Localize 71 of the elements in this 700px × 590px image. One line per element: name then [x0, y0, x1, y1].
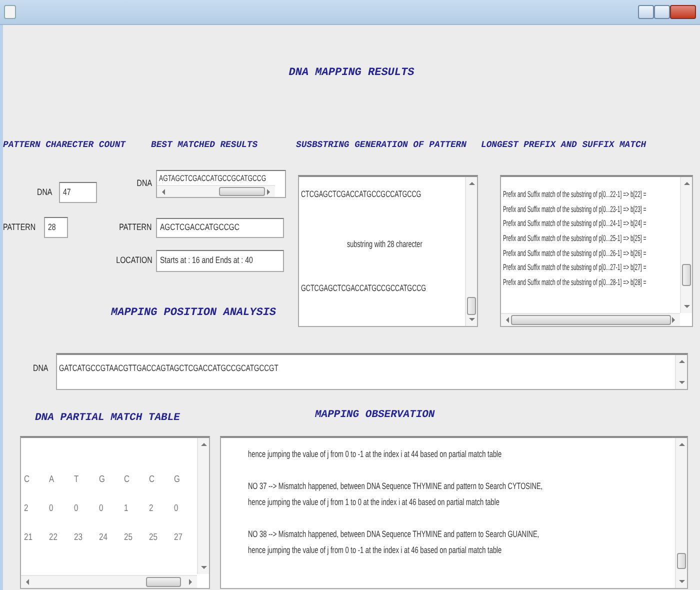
close-button[interactable] [670, 5, 696, 19]
table-cell-text: C [124, 473, 130, 487]
table-cell-text: T [74, 473, 79, 487]
prefix-suffix-list[interactable] [500, 175, 693, 327]
observation-line: hence jumping the value of j from 0 to -1 at the index i at 46 based on partial match table [248, 544, 502, 557]
table-cell-text: 25 [124, 531, 132, 545]
minimize-button[interactable] [638, 5, 654, 19]
list-item[interactable]: Prefix and Suffix match of the substring of p[0...24-1] => b[24] = [503, 217, 646, 230]
field-label: DNA [33, 362, 48, 375]
sequence-field[interactable]: AGTAGCTCGACCATGCCGCATGCCG [156, 170, 286, 198]
table-cell-text: G [99, 473, 105, 487]
table-cell-text: C [24, 473, 30, 487]
field-label: DNA [136, 177, 152, 190]
field-label: PATTERN [3, 220, 36, 234]
horizontal-scrollbar[interactable] [501, 313, 680, 326]
field-label: DNA [37, 186, 52, 199]
table-cell-text: 22 [49, 531, 58, 545]
table-cell-text: 0 [99, 502, 104, 516]
vertical-scrollbar[interactable] [197, 438, 209, 574]
vertical-scrollbar[interactable] [675, 438, 687, 588]
table-cell-text: 2 [24, 502, 28, 516]
table-cell-text: 0 [49, 502, 54, 516]
location-field[interactable]: Starts at : 16 and Ends at : 40 [156, 250, 284, 272]
app-icon [4, 5, 16, 19]
sequence-text: CTCGAGCTCGACCATGCCGCCATGCCG [301, 188, 422, 201]
vertical-scrollbar[interactable] [465, 177, 477, 326]
field-label: PATTERN [119, 221, 152, 234]
section-heading: PATTERN CHARECTER COUNT [3, 140, 126, 150]
section-heading: DNA PARTIAL MATCH TABLE [35, 412, 180, 424]
list-item[interactable]: Prefix and Suffix match of the substring of p[0...26-1] => b[26] = [503, 246, 646, 260]
table-cell-text: 23 [74, 531, 82, 545]
pattern-field[interactable]: AGCTCGACCATGCCGC [156, 218, 284, 238]
table-cell-text: 24 [99, 531, 108, 545]
vertical-scrollbar[interactable] [675, 355, 687, 389]
list-item[interactable]: Prefix and Suffix match of the substring of p[0...23-1] => b[23] = [503, 202, 646, 216]
observation-line: hence jumping the value of j from 1 to 0 at the index i at 46 based on partial match table [248, 496, 500, 509]
table-cell-text: 0 [74, 502, 78, 516]
count-field[interactable]: 28 [44, 217, 68, 238]
horizontal-scrollbar[interactable] [157, 185, 275, 197]
observation-line: NO 38 --> Mismatch happened, between DNA Sequence THYMINE and pattern to Search GUANINE, [248, 528, 540, 541]
horizontal-scrollbar[interactable] [21, 575, 197, 588]
list-item[interactable]: Prefix and Suffix match of the substring of p[0...27-1] => b[27] = [503, 261, 646, 274]
section-heading: BEST MATCHED RESULTS [151, 140, 258, 150]
table-cell-text: 25 [149, 531, 158, 545]
caption-text: substring with 28 charecter [347, 238, 422, 251]
vertical-scrollbar[interactable] [680, 177, 692, 313]
table-cell-text: 0 [174, 502, 178, 516]
list-item[interactable]: Prefix and Suffix match of the substring of p[0...28-1] => b[28] = [503, 276, 646, 289]
dna-text-area[interactable]: GATCATGCCGTAACGTTGACCAGTAGCTCGACCATGCCGCATGCCGT [56, 353, 688, 390]
window-heading: DNA MAPPING RESULTS [288, 67, 414, 79]
section-heading: MAPPING OBSERVATION [315, 408, 435, 424]
table-cell-text: 1 [124, 502, 128, 516]
sequence-text: GCTCGAGCTCGACCATGCCGCCATGCCG [301, 282, 426, 295]
list-item[interactable]: Prefix and Suffix match of the substring of p[0...22-1] => b[22] = [503, 188, 646, 201]
table-cell-text: A [49, 473, 54, 487]
section-heading: MAPPING POSITION ANALYSIS [111, 307, 276, 319]
table-cell-text: C [149, 473, 154, 487]
table-cell-text: 27 [174, 531, 182, 545]
section-heading: SUSBSTRING GENERATION OF PATTERN [296, 140, 466, 150]
field-label: LOCATION [116, 254, 152, 268]
substring-text-area[interactable]: CTCGAGCTCGACCATGCCGCCATGCCG substring with 28 charecter GCTCGAGCTCGACCATGCCGCCATGCCG [298, 175, 478, 327]
count-field[interactable]: 47 [59, 182, 98, 203]
maximize-button[interactable] [654, 5, 670, 19]
observation-text-area[interactable] [220, 436, 688, 589]
observation-line: hence jumping the value of j from 0 to -1 at the index i at 44 based on partial match table [248, 448, 502, 461]
table-cell-text: 2 [149, 502, 154, 516]
table-cell-text: G [174, 473, 180, 487]
table-cell-text: 21 [24, 531, 32, 545]
list-item[interactable]: Prefix and Suffix match of the substring of p[0...25-1] => b[25] = [503, 232, 646, 245]
observation-line: NO 37 --> Mismatch happened, between DNA Sequence THYMINE and pattern to Search CYTOSINE, [248, 480, 543, 493]
section-heading: LONGEST PREFIX AND SUFFIX MATCH [481, 140, 646, 150]
